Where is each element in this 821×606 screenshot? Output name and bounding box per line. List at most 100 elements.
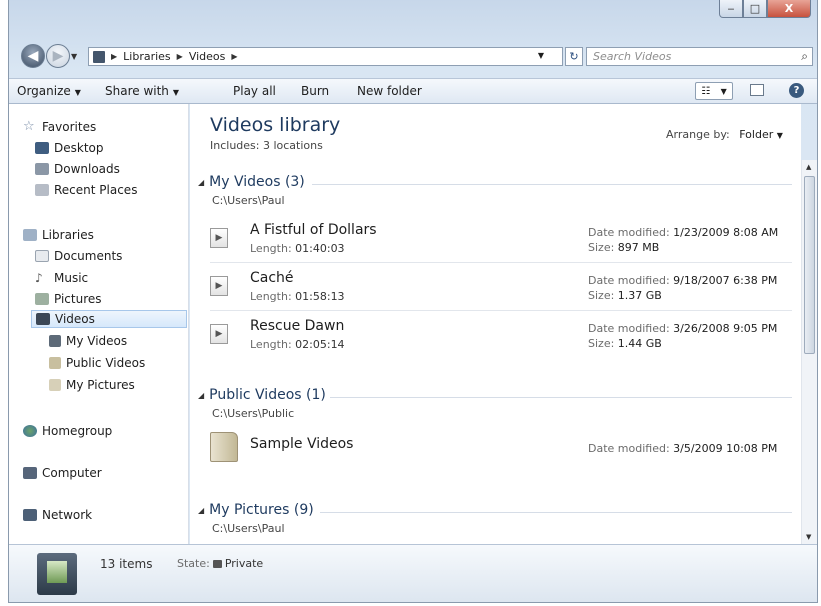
- breadcrumb-separator-icon[interactable]: ▶: [231, 52, 237, 61]
- help-button[interactable]: ?: [789, 83, 804, 98]
- recent-pages-dropdown[interactable]: ▼: [71, 52, 77, 61]
- back-button[interactable]: ◀: [21, 44, 45, 68]
- item-length: Length: 02:05:14: [250, 338, 345, 351]
- item-date: Date modified: 9/18/2007 6:38 PM: [588, 274, 777, 287]
- search-icon[interactable]: ⌕: [801, 49, 808, 64]
- address-bar[interactable]: ▶ Libraries ▶ Videos ▶ ▼: [88, 47, 563, 66]
- share-with-button[interactable]: Share with ▼: [105, 84, 179, 98]
- minimize-button[interactable]: ‒: [719, 0, 743, 18]
- breadcrumb-separator-icon[interactable]: ▶: [111, 52, 117, 61]
- collapse-triangle-icon[interactable]: ◢: [198, 391, 204, 400]
- date-label: Date modified:: [588, 226, 670, 239]
- nav-pictures[interactable]: Pictures: [35, 290, 102, 308]
- length-value: 01:40:03: [295, 242, 345, 255]
- organize-button[interactable]: Organize ▼: [17, 84, 81, 98]
- state-label: State:: [177, 557, 210, 570]
- nav-computer[interactable]: Computer: [23, 464, 102, 482]
- group-header-public-videos[interactable]: ◢ Public Videos (1): [198, 387, 326, 403]
- date-value: 1/23/2009 8:08 AM: [673, 226, 779, 239]
- maximize-button[interactable]: □: [743, 0, 767, 18]
- chevron-down-icon: ▼: [720, 86, 727, 96]
- nav-documents-label: Documents: [54, 249, 123, 263]
- change-view-button[interactable]: ☷ ▼: [695, 82, 733, 100]
- collapse-triangle-icon[interactable]: ◢: [198, 506, 204, 515]
- search-input[interactable]: Search Videos ⌕: [586, 47, 813, 66]
- breadcrumb-videos[interactable]: Videos: [189, 50, 226, 63]
- size-label: Size:: [588, 289, 615, 302]
- group-name: My Videos (3): [209, 174, 305, 190]
- scroll-up-icon[interactable]: ▲: [806, 163, 811, 171]
- nav-documents[interactable]: Documents: [35, 247, 122, 265]
- nav-favorites[interactable]: ☆ Favorites: [23, 118, 96, 136]
- nav-my-videos-label: My Videos: [66, 334, 128, 348]
- date-label: Date modified:: [588, 442, 670, 455]
- preview-pane-button[interactable]: [750, 84, 764, 96]
- group-path: C:\Users\Paul: [212, 522, 285, 535]
- desktop-icon: [35, 142, 49, 154]
- star-icon: ☆: [23, 119, 35, 134]
- library-title: Videos library: [210, 114, 341, 136]
- list-item[interactable]: Sample Videos Date modified: 3/5/2009 10…: [210, 428, 792, 474]
- nav-public-videos[interactable]: Public Videos: [49, 354, 145, 372]
- refresh-button[interactable]: ↻: [565, 47, 583, 66]
- nav-homegroup[interactable]: Homegroup: [23, 422, 112, 440]
- group-header-my-pictures[interactable]: ◢ My Pictures (9): [198, 502, 314, 518]
- play-all-button[interactable]: Play all: [233, 84, 276, 98]
- item-size: Size: 897 MB: [588, 241, 659, 254]
- details-pane: 13 items State: Private: [9, 544, 817, 602]
- nav-my-pictures[interactable]: My Pictures: [49, 376, 135, 394]
- vertical-scrollbar[interactable]: ▲ ▼: [801, 160, 817, 544]
- size-value: 1.44 GB: [617, 337, 662, 350]
- video-file-icon: ▶: [210, 276, 228, 296]
- arrange-by-dropdown[interactable]: Folder ▼: [739, 128, 783, 141]
- collapse-triangle-icon[interactable]: ◢: [198, 178, 204, 187]
- nav-videos[interactable]: Videos: [31, 310, 187, 328]
- forward-button[interactable]: ▶: [46, 44, 70, 68]
- item-length: Length: 01:58:13: [250, 290, 345, 303]
- nav-recent-places[interactable]: Recent Places: [35, 181, 137, 199]
- nav-downloads[interactable]: Downloads: [35, 160, 120, 178]
- scroll-down-icon[interactable]: ▼: [806, 533, 811, 541]
- command-bar: Organize ▼ Share with ▼ Play all Burn New …: [9, 78, 817, 104]
- library-includes-link[interactable]: Includes: 3 locations: [210, 139, 323, 152]
- date-label: Date modified:: [588, 274, 670, 287]
- date-value: 3/26/2008 9:05 PM: [673, 322, 778, 335]
- scroll-thumb[interactable]: [804, 176, 815, 354]
- nav-desktop[interactable]: Desktop: [35, 139, 104, 157]
- documents-icon: [35, 250, 49, 262]
- size-label: Size:: [588, 241, 615, 254]
- lock-icon: [212, 560, 222, 568]
- group-name: Public Videos (1): [209, 387, 326, 403]
- folder-icon: [49, 335, 61, 347]
- nav-recent-places-label: Recent Places: [54, 183, 138, 197]
- nav-network[interactable]: Network: [23, 506, 92, 524]
- item-date: Date modified: 3/5/2009 10:08 PM: [588, 442, 777, 455]
- date-value: 3/5/2009 10:08 PM: [673, 442, 778, 455]
- folder-icon: [49, 357, 61, 369]
- group-path: C:\Users\Public: [212, 407, 295, 420]
- navigation-bar: ◀ ▶ ▼ ▶ Libraries ▶ Videos ▶ ▼ ↻ Search …: [9, 40, 817, 72]
- breadcrumb-separator-icon[interactable]: ▶: [177, 52, 183, 61]
- length-value: 01:58:13: [295, 290, 345, 303]
- list-item[interactable]: ▶ Caché Length: 01:58:13 Date modified: …: [210, 264, 792, 311]
- list-item[interactable]: ▶ A Fistful of Dollars Length: 01:40:03 …: [210, 216, 792, 263]
- group-header-my-videos[interactable]: ◢ My Videos (3): [198, 174, 305, 190]
- nav-my-videos[interactable]: My Videos: [49, 332, 127, 350]
- burn-button[interactable]: Burn: [301, 84, 329, 98]
- item-name: A Fistful of Dollars: [250, 222, 377, 238]
- close-button[interactable]: X: [767, 0, 811, 18]
- nav-desktop-label: Desktop: [54, 141, 104, 155]
- list-item[interactable]: ▶ Rescue Dawn Length: 02:05:14 Date modi…: [210, 312, 792, 358]
- item-size: Size: 1.44 GB: [588, 337, 662, 350]
- refresh-icon: ↻: [569, 50, 579, 63]
- new-folder-button[interactable]: New folder: [357, 84, 422, 98]
- breadcrumb-libraries[interactable]: Libraries: [123, 50, 171, 63]
- address-dropdown-icon[interactable]: ▼: [538, 51, 544, 60]
- item-size: Size: 1.37 GB: [588, 289, 662, 302]
- arrange-by: Arrange by: Folder ▼: [666, 128, 783, 141]
- item-name: Sample Videos: [250, 436, 354, 452]
- nav-libraries[interactable]: Libraries: [23, 226, 94, 244]
- music-icon: ♪: [35, 271, 43, 285]
- item-date: Date modified: 3/26/2008 9:05 PM: [588, 322, 777, 335]
- nav-music[interactable]: ♪ Music: [35, 269, 88, 287]
